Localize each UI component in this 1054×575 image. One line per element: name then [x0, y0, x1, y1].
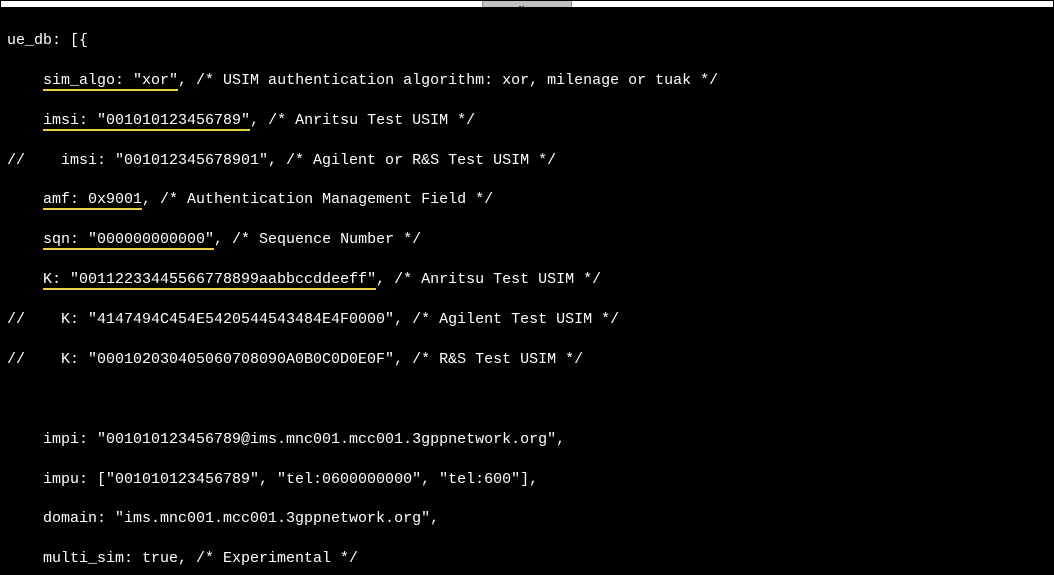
code-line-comment: // K: "4147494C454E5420544543484E4F0000"…: [7, 310, 1047, 330]
code-text: , /* Anritsu Test USIM */: [376, 271, 601, 288]
code-line: K: "00112233445566778899aabbccddeeff", /…: [7, 270, 1047, 290]
window-frame: Call Box ue_db: [{ sim_algo: "xor", /* U…: [0, 0, 1054, 575]
code-text: , /* Authentication Management Field */: [142, 191, 493, 208]
highlight-imsi: imsi: "001010123456789": [43, 112, 250, 131]
code-text: , /* USIM authentication algorithm: xor,…: [178, 72, 718, 89]
code-line: sqn: "000000000000", /* Sequence Number …: [7, 230, 1047, 250]
indent: [7, 112, 43, 129]
code-line-comment: // imsi: "001012345678901", /* Agilent o…: [7, 151, 1047, 171]
code-line-blank: [7, 390, 1047, 410]
code-editor[interactable]: ue_db: [{ sim_algo: "xor", /* USIM authe…: [1, 7, 1053, 574]
highlight-amf: amf: 0x9001: [43, 191, 142, 210]
code-line: imsi: "001010123456789", /* Anritsu Test…: [7, 111, 1047, 131]
highlight-k: K: "00112233445566778899aabbccddeeff": [43, 271, 376, 290]
highlight-sqn: sqn: "000000000000": [43, 231, 214, 250]
code-line: multi_sim: true, /* Experimental */: [7, 549, 1047, 569]
code-line: sim_algo: "xor", /* USIM authentication …: [7, 71, 1047, 91]
code-text: , /* Anritsu Test USIM */: [250, 112, 475, 129]
code-line: impu: ["001010123456789", "tel:060000000…: [7, 470, 1047, 490]
code-text: , /* Sequence Number */: [214, 231, 421, 248]
code-line: domain: "ims.mnc001.mcc001.3gppnetwork.o…: [7, 509, 1047, 529]
code-line: amf: 0x9001, /* Authentication Managemen…: [7, 190, 1047, 210]
indent: [7, 231, 43, 248]
code-line: ue_db: [{: [7, 31, 1047, 51]
indent: [7, 191, 43, 208]
code-line: impi: "001010123456789@ims.mnc001.mcc001…: [7, 430, 1047, 450]
highlight-sim-algo: sim_algo: "xor": [43, 72, 178, 91]
indent: [7, 72, 43, 89]
indent: [7, 271, 43, 288]
code-line-comment: // K: "000102030405060708090A0B0C0D0E0F"…: [7, 350, 1047, 370]
